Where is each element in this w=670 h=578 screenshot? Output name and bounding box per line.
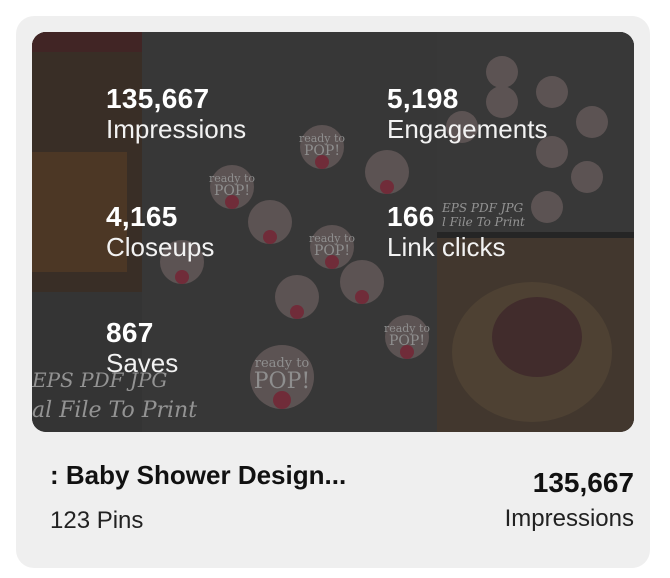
- stat-label: Impressions: [106, 114, 247, 144]
- stat-value: 867: [106, 317, 154, 348]
- stat-label: Closeups: [106, 232, 215, 262]
- stat-closeups: 4,165 Closeups: [106, 201, 215, 263]
- stat-engagements: 5,198 Engagements: [387, 83, 548, 145]
- board-impressions-value: 135,667: [532, 467, 634, 498]
- stat-link-clicks: 166 Link clicks: [387, 201, 506, 263]
- board-pin-count: 123 Pins: [50, 507, 144, 534]
- stat-label: Saves: [106, 348, 179, 378]
- stat-value: 166: [387, 201, 435, 232]
- board-impressions-label: Impressions: [504, 505, 634, 532]
- board-card[interactable]: ready to POP! ready to POP! ready to POP! r…: [16, 16, 650, 568]
- stat-impressions: 135,667 Impressions: [106, 83, 247, 145]
- stat-label: Link clicks: [387, 232, 506, 262]
- stat-value: 135,667: [106, 83, 210, 114]
- stat-value: 5,198: [387, 83, 459, 114]
- stat-value: 4,165: [106, 201, 178, 232]
- board-title[interactable]: : Baby Shower Design...: [50, 460, 420, 491]
- stat-label: Engagements: [387, 114, 548, 144]
- board-cover-image[interactable]: ready to POP! ready to POP! ready to POP! r…: [32, 32, 634, 432]
- stat-saves: 867 Saves: [106, 317, 179, 379]
